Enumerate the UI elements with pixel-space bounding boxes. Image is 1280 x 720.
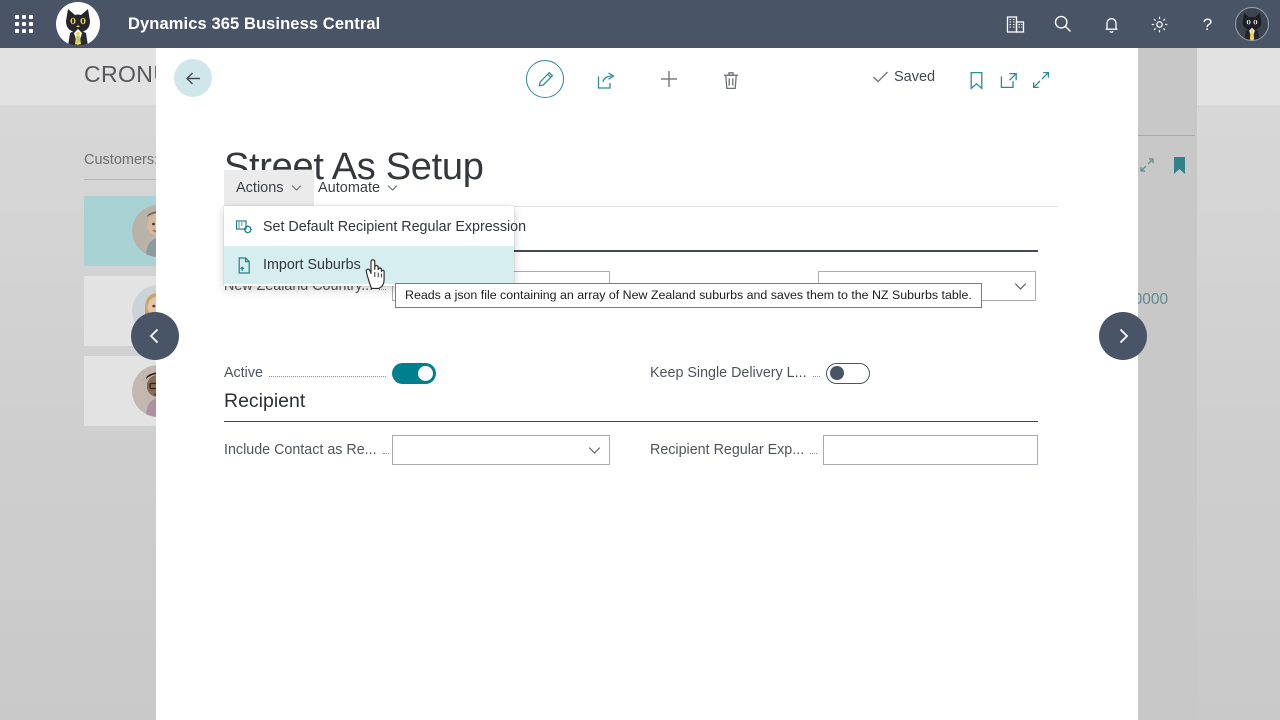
actions-menu-button[interactable]: Actions [224,170,314,206]
topbar-actions: ? [991,0,1280,48]
field-label-wrap: Include Contact as Re... [224,442,392,458]
app-launcher-icon[interactable] [0,0,48,48]
tooltip: Reads a json file containing an array of… [395,283,982,308]
top-navigation-bar: Dynamics 365 Business Central ? [0,0,1280,48]
leader-dots [268,366,386,377]
waffle-grid [15,15,33,33]
leader-dots [382,443,389,454]
recipient-section-divider [224,421,1038,422]
actions-dropdown-menu: Set Default Recipient Regular Expression… [224,206,526,286]
leader-dots [812,366,820,377]
help-icon[interactable]: ? [1183,0,1231,48]
expand-icon[interactable] [1138,156,1156,179]
recipient-section-title: Recipient [224,390,306,412]
menu-item-label: Set Default Recipient Regular Expression [263,219,527,235]
chevron-down-icon [387,185,398,191]
background-right-divider [1133,135,1195,136]
automate-menu-button[interactable]: Automate [306,170,410,206]
bookmark-button[interactable] [962,65,990,95]
include-contact-dropdown[interactable] [392,435,610,465]
recipient-regular-expression-input[interactable] [823,435,1038,465]
field-active: Active [224,358,504,388]
saved-status: Saved [872,69,935,85]
field-label: Include Contact as Re... [224,442,377,458]
field-label: Active [224,365,263,381]
toggle-knob [418,365,433,381]
gear-icon[interactable] [1135,0,1183,48]
regex-settings-icon [236,219,253,236]
chevron-down-icon [291,185,301,191]
leader-dots [810,443,818,454]
edit-button[interactable] [526,60,564,98]
app-title: Dynamics 365 Business Central [128,14,381,33]
search-icon[interactable] [1039,0,1087,48]
actions-label: Actions [236,180,284,196]
expand-button[interactable] [1026,65,1056,95]
notification-bell-icon[interactable] [1087,0,1135,48]
action-bar: Actions Automate [156,170,1138,206]
active-toggle[interactable] [392,362,436,384]
delete-button[interactable] [716,65,746,95]
field-recipient-regular-expression: Recipient Regular Exp... [650,435,1038,465]
screen-root: Dynamics 365 Business Central ? CRONU Cu… [0,0,1280,720]
user-avatar[interactable] [1235,7,1269,41]
field-label: Keep Single Delivery L... [650,365,807,381]
saved-label: Saved [894,69,936,85]
menu-item-import-suburbs[interactable]: Import Suburbs [224,246,514,284]
cat-user-avatar-icon [1236,8,1268,40]
previous-record-button[interactable] [131,312,179,360]
field-label-wrap: Active [224,365,392,381]
page-toolbar: Saved [156,60,1138,104]
brand-logo-icon[interactable] [56,2,100,46]
toggle-knob [830,365,844,380]
svg-text:?: ? [1202,15,1211,34]
check-icon [873,71,888,83]
street-as-setup-page: Saved Street As Setup Actions Automate N… [156,48,1138,720]
background-right-panel [1133,48,1197,720]
company-icon[interactable] [991,0,1039,48]
cat-avatar-icon [56,2,100,46]
automate-label: Automate [318,180,381,196]
menu-item-label: Import Suburbs [263,257,361,273]
bookmark-icon[interactable] [1172,156,1187,180]
field-keep-single-delivery: Keep Single Delivery L... [650,358,980,388]
new-button[interactable] [654,64,684,94]
open-new-window-button[interactable] [994,65,1024,95]
field-label: Recipient Regular Exp... [650,442,805,458]
field-label-wrap: Keep Single Delivery L... [650,365,826,381]
chevron-down-icon [588,442,601,458]
import-file-icon [236,256,253,274]
next-record-button[interactable] [1099,312,1147,360]
chevron-down-icon [1014,278,1027,294]
menu-item-set-default-recipient-regex[interactable]: Set Default Recipient Regular Expression [224,208,526,246]
background-customers-label: Customers: [84,152,159,168]
share-button[interactable] [591,66,621,94]
field-label-wrap: Recipient Regular Exp... [650,442,823,458]
field-include-contact-as-recipient: Include Contact as Re... [224,435,682,465]
keep-single-delivery-toggle[interactable] [826,362,870,384]
